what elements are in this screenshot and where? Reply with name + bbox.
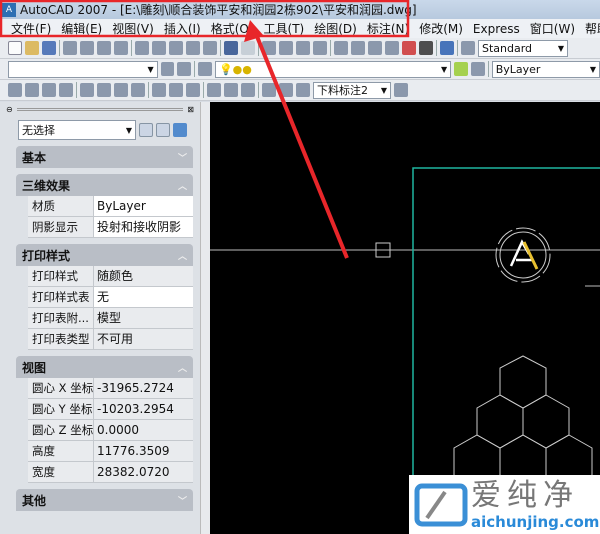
watermark: 爱纯净 aichunjing.com — [409, 475, 600, 534]
watermark-url: aichunjing.com — [471, 512, 600, 531]
annotation-overlay — [0, 0, 410, 259]
watermark-logo-icon — [414, 483, 468, 526]
arrow-head-icon — [244, 20, 264, 42]
red-arrow — [254, 33, 349, 259]
highlight-box — [0, 0, 410, 38]
watermark-cn: 爱纯净 — [471, 477, 579, 513]
